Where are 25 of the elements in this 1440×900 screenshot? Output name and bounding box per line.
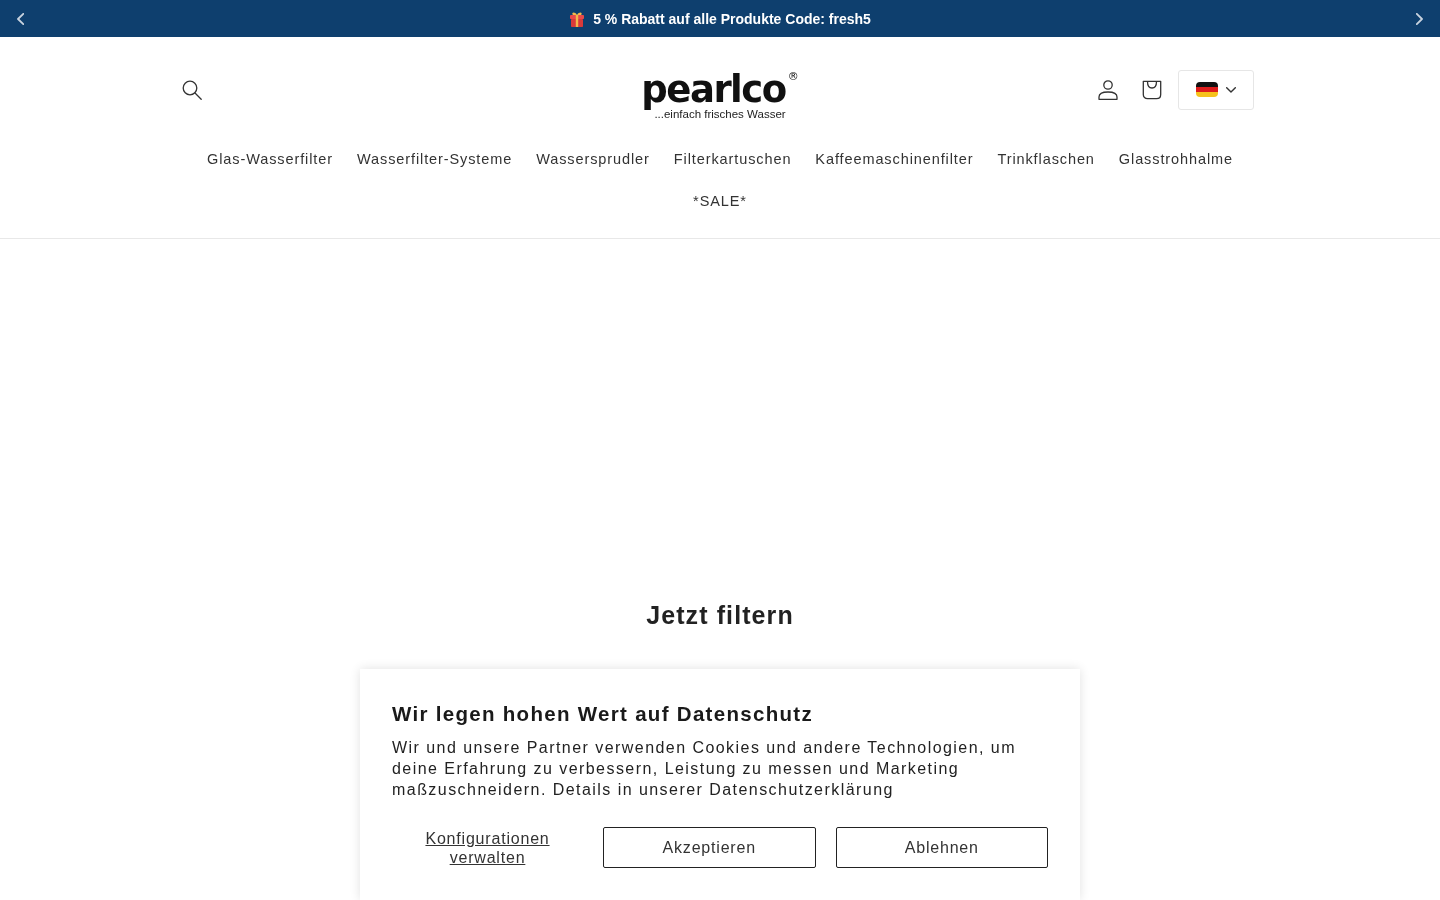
cookie-banner-title: Wir legen hohen Wert auf Datenschutz (392, 701, 814, 727)
gift-icon (569, 10, 586, 27)
nav-link[interactable]: Wasserfilter-Systeme (344, 138, 525, 180)
chevron-down-icon (1226, 86, 1236, 93)
nav-link[interactable]: Wassersprudler (524, 138, 662, 180)
privacy-policy-link[interactable]: Datenschutzerklärung (709, 781, 894, 798)
decline-button[interactable]: Ablehnen (835, 827, 1048, 868)
section-heading: Jetzt filtern (646, 600, 794, 631)
country-selector[interactable] (1178, 69, 1254, 110)
accept-button[interactable]: Akzeptieren (603, 827, 816, 868)
search-icon (182, 79, 202, 100)
chevron-left-icon (16, 12, 24, 25)
cookie-banner-text: Wir und unsere Partner verwenden Cookies und andere Technologien, um deine Erfahrung zu verbessern, Leistung zu messen und Marketing maßzuschneidern. Details in unserer Datenschutzerklärung (392, 738, 1017, 800)
account-icon (1098, 79, 1118, 100)
announcement-text: 5 % Rabatt auf alle Produkte Code: fresh5 (593, 9, 871, 28)
nav-link[interactable]: Trinkflaschen (985, 138, 1107, 180)
chevron-right-icon (1416, 12, 1424, 25)
nav-link[interactable]: Filterkartuschen (661, 138, 804, 180)
logo[interactable]: pearlco$^{®}$ ...einfach frisches Wasser (637, 57, 803, 122)
nav-link[interactable]: Glas-Wasserfilter (195, 138, 345, 180)
nav-link[interactable]: Kaffeemaschinenfilter (803, 138, 986, 180)
nav-link[interactable]: Glasstrohhalme (1106, 138, 1245, 180)
nav-link[interactable]: *SALE* (681, 180, 759, 222)
shopping-bag-icon (1142, 79, 1162, 100)
flag-icon (1196, 82, 1218, 97)
